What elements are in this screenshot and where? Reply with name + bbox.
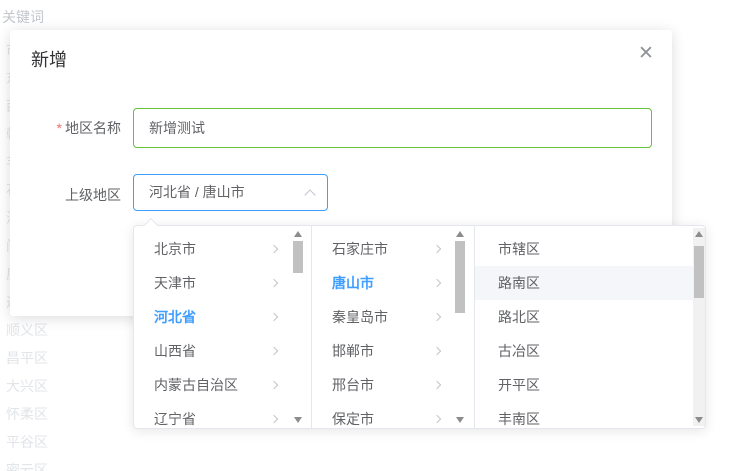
cascader-option[interactable]: 市辖区 xyxy=(475,232,693,266)
scrollbar[interactable] xyxy=(693,228,705,426)
cascader-column-cities: 石家庄市 唐山市 秦皇岛市 邯郸市 邢台市 保定市 xyxy=(312,226,475,428)
scroll-down-icon[interactable] xyxy=(294,417,302,423)
list-item: 密云区 xyxy=(6,456,62,471)
cascader-option[interactable]: 石家庄市 xyxy=(312,232,474,266)
cascader-option[interactable]: 秦皇岛市 xyxy=(312,300,474,334)
required-asterisk: * xyxy=(57,120,62,136)
cascader-option[interactable]: 天津市 xyxy=(134,266,311,300)
keyword-search-placeholder: 关键词 xyxy=(2,7,44,27)
cascader-option[interactable]: 山西省 xyxy=(134,334,311,368)
chevron-right-icon xyxy=(433,347,441,355)
cascader-column-provinces: 北京市 天津市 河北省 山西省 内蒙古自治区 辽宁省 xyxy=(134,226,312,428)
chevron-right-icon xyxy=(433,415,441,423)
region-name-input[interactable] xyxy=(133,108,652,148)
cascader-option[interactable]: 北京市 xyxy=(134,232,311,266)
chevron-right-icon xyxy=(270,415,278,423)
cascader-column-districts: 市辖区 路南区 路北区 古冶区 开平区 丰南区 xyxy=(475,226,706,428)
chevron-right-icon xyxy=(433,279,441,287)
scroll-up-icon[interactable] xyxy=(294,231,302,237)
cascader-option[interactable]: 路北区 xyxy=(475,300,693,334)
cascader-option[interactable]: 保定市 xyxy=(312,402,474,436)
dialog-title: 新增 xyxy=(31,46,67,72)
chevron-right-icon xyxy=(433,245,441,253)
cascader-option-hovered[interactable]: 路南区 xyxy=(475,266,693,300)
cascader-option[interactable]: 古冶区 xyxy=(475,334,693,368)
scroll-up-icon[interactable] xyxy=(695,231,703,237)
page: 关键词 市辖区 东城区 西城区 朝阳区 丰台区 石景山区 海淀区 门头沟区 房山… xyxy=(0,0,748,471)
cascader-option[interactable]: 邢台市 xyxy=(312,368,474,402)
list-item: 顺义区 xyxy=(6,316,62,344)
cascader-option[interactable]: 辽宁省 xyxy=(134,402,311,436)
chevron-right-icon xyxy=(270,381,278,389)
scroll-down-icon[interactable] xyxy=(456,417,464,423)
parent-region-select[interactable]: 河北省 / 唐山市 xyxy=(133,174,328,211)
scroll-thumb[interactable] xyxy=(293,241,303,273)
chevron-up-icon xyxy=(304,189,315,200)
region-name-label: *地区名称 xyxy=(10,118,121,138)
chevron-right-icon xyxy=(270,279,278,287)
list-item: 昌平区 xyxy=(6,344,62,372)
cascader-option[interactable]: 开平区 xyxy=(475,368,693,402)
chevron-right-icon xyxy=(433,313,441,321)
scrollbar[interactable] xyxy=(292,228,304,426)
close-icon[interactable]: ✕ xyxy=(634,42,658,66)
cascader-option[interactable]: 丰南区 xyxy=(475,402,693,436)
list-item: 平谷区 xyxy=(6,428,62,456)
scroll-thumb[interactable] xyxy=(694,246,704,298)
parent-region-value: 河北省 / 唐山市 xyxy=(149,175,245,210)
scroll-thumb[interactable] xyxy=(455,241,465,313)
chevron-right-icon xyxy=(433,381,441,389)
chevron-right-icon xyxy=(270,245,278,253)
cascader-option[interactable]: 邯郸市 xyxy=(312,334,474,368)
cascader-option[interactable]: 内蒙古自治区 xyxy=(134,368,311,402)
scroll-up-icon[interactable] xyxy=(456,231,464,237)
list-item: 大兴区 xyxy=(6,372,62,400)
cascader-option-active[interactable]: 河北省 xyxy=(134,300,311,334)
chevron-right-icon xyxy=(270,347,278,355)
chevron-right-icon xyxy=(270,313,278,321)
cascader-option-active[interactable]: 唐山市 xyxy=(312,266,474,300)
list-item: 怀柔区 xyxy=(6,400,62,428)
cascader-dropdown: 北京市 天津市 河北省 山西省 内蒙古自治区 辽宁省 石家庄市 唐山市 秦皇岛市… xyxy=(133,225,706,429)
parent-region-label: 上级地区 xyxy=(10,185,121,205)
scroll-down-icon[interactable] xyxy=(695,417,703,423)
scrollbar[interactable] xyxy=(454,228,466,426)
